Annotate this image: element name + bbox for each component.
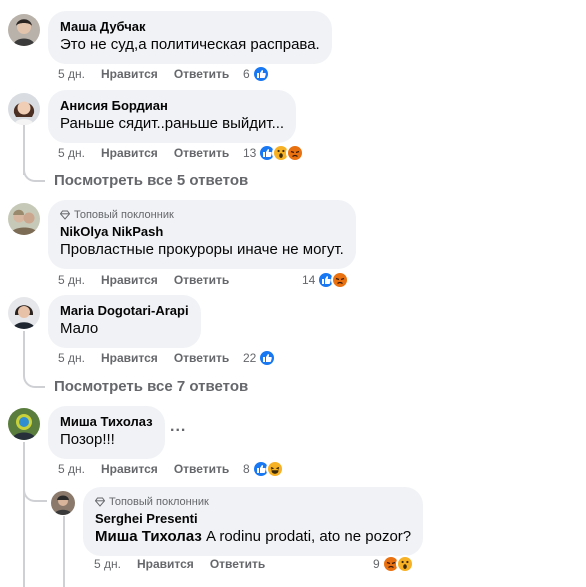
reply-bubble: Топовый поклонник Serghei Presenti Миша … [83, 487, 424, 556]
view-more-replies[interactable]: Посмотреть все 5 ответов [54, 171, 248, 191]
comment-author[interactable]: Миша Тихолаз [60, 414, 153, 430]
comment-text: Позор!!! [60, 431, 115, 448]
avatar[interactable] [8, 93, 40, 125]
reaction-count: 13 [243, 146, 257, 160]
comment-time[interactable]: 5 дн. [58, 462, 85, 476]
comment-bubble: Maria Dogotari-Arapi Мало [48, 295, 201, 348]
like-icon [251, 65, 270, 83]
reply-button[interactable]: Ответить [174, 462, 229, 476]
comment-author[interactable]: Maria Dogotari-Arapi [60, 303, 189, 319]
reply-button[interactable]: Ответить [174, 146, 229, 160]
comment-bubble: Топовый поклонник NikOlya NikPash Провла… [48, 200, 356, 269]
thread-line [63, 516, 65, 587]
thread-line [23, 442, 25, 587]
badge-label: Топовый поклонник [109, 496, 209, 508]
comment-author[interactable]: Маша Дубчак [60, 19, 320, 35]
reaction-summary[interactable]: 9 [373, 554, 414, 574]
comment-time[interactable]: 5 дн. [58, 273, 85, 287]
comment-actions: 5 дн. Нравится Ответить [94, 554, 265, 574]
diamond-icon [95, 497, 105, 507]
reaction-summary[interactable]: 8 [243, 459, 284, 479]
haha-icon [265, 460, 284, 478]
reaction-summary[interactable]: 22 [243, 348, 277, 368]
thread-connector [23, 165, 45, 182]
top-fan-badge: Топовый поклонник [60, 208, 344, 222]
reaction-summary[interactable]: 14 [302, 270, 350, 290]
avatar[interactable] [8, 14, 40, 46]
like-button[interactable]: Нравится [101, 351, 158, 365]
comment-author[interactable]: Анисия Бордиан [60, 98, 284, 114]
comment-text: Мало [60, 320, 99, 337]
top-fan-badge: Топовый поклонник [95, 495, 411, 509]
reaction-count: 14 [302, 273, 316, 287]
avatar[interactable] [8, 297, 40, 329]
reply-text: A rodinu prodati, ato ne pozor? [201, 528, 412, 545]
comment-author[interactable]: Serghei Presenti [95, 511, 411, 527]
reaction-count: 9 [373, 557, 380, 571]
like-button[interactable]: Нравится [101, 146, 158, 160]
angry-icon [286, 144, 305, 162]
more-options-button[interactable]: ... [170, 418, 186, 436]
comment-bubble: Миша Тихолаз Позор!!! [48, 406, 165, 459]
avatar[interactable] [8, 203, 40, 235]
diamond-icon [60, 210, 70, 220]
comment-time[interactable]: 5 дн. [58, 146, 85, 160]
like-button[interactable]: Нравится [137, 557, 194, 571]
reply-button[interactable]: Ответить [174, 351, 229, 365]
reply-button[interactable]: Ответить [210, 557, 265, 571]
reply-button[interactable]: Ответить [174, 273, 229, 287]
comment-time[interactable]: 5 дн. [58, 67, 85, 81]
reply-button[interactable]: Ответить [174, 67, 229, 81]
comment-text: Раньше сядит..раньше выйдит... [60, 115, 285, 132]
like-button[interactable]: Нравится [101, 462, 158, 476]
badge-label: Топовый поклонник [74, 209, 174, 221]
comment-text: Миша Тихолаз A rodinu prodati, ato ne po… [95, 527, 411, 547]
thread-connector [23, 480, 47, 502]
reaction-count: 6 [243, 67, 250, 81]
comment-text: Это не суд,а политическая расправа. [60, 36, 320, 53]
avatar[interactable] [51, 491, 75, 515]
comment-bubble: Анисия Бордиан Раньше сядит..раньше выйд… [48, 90, 297, 143]
like-button[interactable]: Нравится [101, 273, 158, 287]
comment-text: Провластные прокуроры иначе не могут. [60, 241, 344, 258]
comment-actions: 5 дн. Нравится Ответить [58, 143, 229, 163]
reaction-count: 8 [243, 462, 250, 476]
reaction-summary[interactable]: 13 [243, 143, 305, 163]
angry-icon [331, 271, 350, 289]
comment-actions: 5 дн. Нравится Ответить [58, 459, 229, 479]
avatar[interactable] [8, 408, 40, 440]
comment-time[interactable]: 5 дн. [94, 557, 121, 571]
reaction-count: 22 [243, 351, 257, 365]
reaction-summary[interactable]: 6 [243, 64, 270, 84]
like-icon [258, 349, 277, 367]
comment-actions: 5 дн. Нравится Ответить [58, 270, 229, 290]
thread-connector [23, 368, 45, 388]
comment-actions: 5 дн. Нравится Ответить [58, 348, 229, 368]
comment-time[interactable]: 5 дн. [58, 351, 85, 365]
mention-link[interactable]: Миша Тихолаз [95, 528, 202, 545]
wow-icon [395, 555, 414, 573]
comment-actions: 5 дн. Нравится Ответить [58, 64, 229, 84]
comment-author[interactable]: NikOlya NikPash [60, 224, 344, 240]
view-more-replies[interactable]: Посмотреть все 7 ответов [54, 377, 248, 397]
like-button[interactable]: Нравится [101, 67, 158, 81]
comment-bubble: Маша Дубчак Это не суд,а политическая ра… [48, 11, 332, 64]
